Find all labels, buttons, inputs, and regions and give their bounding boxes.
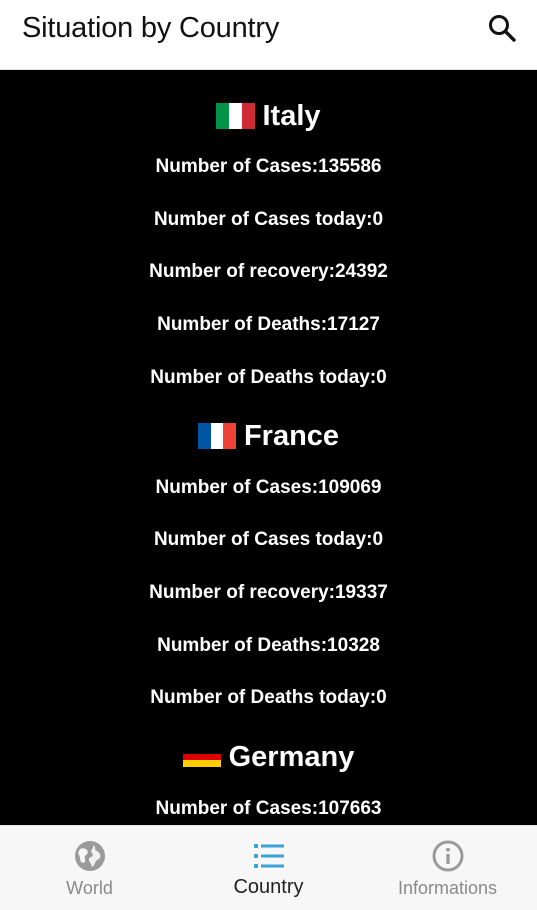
flag-stripe (229, 103, 242, 129)
app-bar: Situation by Country (0, 0, 537, 70)
globe-icon (74, 840, 106, 872)
nav-world[interactable]: World (0, 826, 179, 910)
page-title: Situation by Country (22, 12, 280, 44)
stat-cases: Number of Cases:107663 (155, 798, 382, 819)
country-header-germany: Germany (0, 735, 537, 779)
bottom-navigation: World Country Informations (0, 825, 537, 910)
nav-country-label: Country (233, 876, 304, 898)
country-name: Italy (262, 99, 321, 132)
country-header-italy: Italy (0, 94, 537, 138)
stat-recovery: Number of recovery:24392 (149, 261, 388, 282)
stat-deaths: Number of Deaths:17127 (157, 314, 380, 335)
country-name: Germany (228, 740, 355, 773)
country-header-france: France (0, 414, 537, 458)
france-flag-icon (197, 423, 236, 449)
flag-stripe (216, 103, 230, 129)
country-name: France (243, 419, 340, 452)
stat-cases-today: Number of Cases today:0 (153, 529, 384, 550)
nav-informations-label: Informations (397, 878, 498, 898)
flag-stripe (210, 423, 224, 449)
stat-recovery: Number of recovery:19337 (149, 582, 388, 603)
nav-informations[interactable]: Informations (358, 826, 537, 910)
flag-stripe (223, 423, 236, 449)
nav-world-label: World (66, 878, 113, 898)
search-icon[interactable] (484, 10, 520, 46)
stat-deaths: Number of Deaths:10328 (157, 635, 380, 656)
country-list[interactable]: Italy Number of Cases:135586 Number of C… (0, 70, 537, 825)
germany-flag-icon (182, 747, 221, 768)
flag-stripe (182, 753, 221, 761)
stat-deaths-today: Number of Deaths today:0 (150, 687, 387, 708)
flag-stripe (197, 423, 211, 449)
nav-country[interactable]: Country (179, 826, 358, 910)
flag-stripe (241, 103, 255, 129)
italy-flag-icon (216, 103, 255, 129)
list-icon (253, 840, 284, 872)
stat-cases: Number of Cases:109069 (155, 477, 382, 498)
stat-cases-today: Number of Cases today:0 (153, 209, 384, 230)
stat-deaths-today: Number of Deaths today:0 (150, 367, 387, 388)
flag-stripe (182, 760, 221, 768)
info-icon (432, 840, 464, 872)
stat-cases: Number of Cases:135586 (155, 156, 382, 177)
flag-stripe (182, 747, 221, 754)
